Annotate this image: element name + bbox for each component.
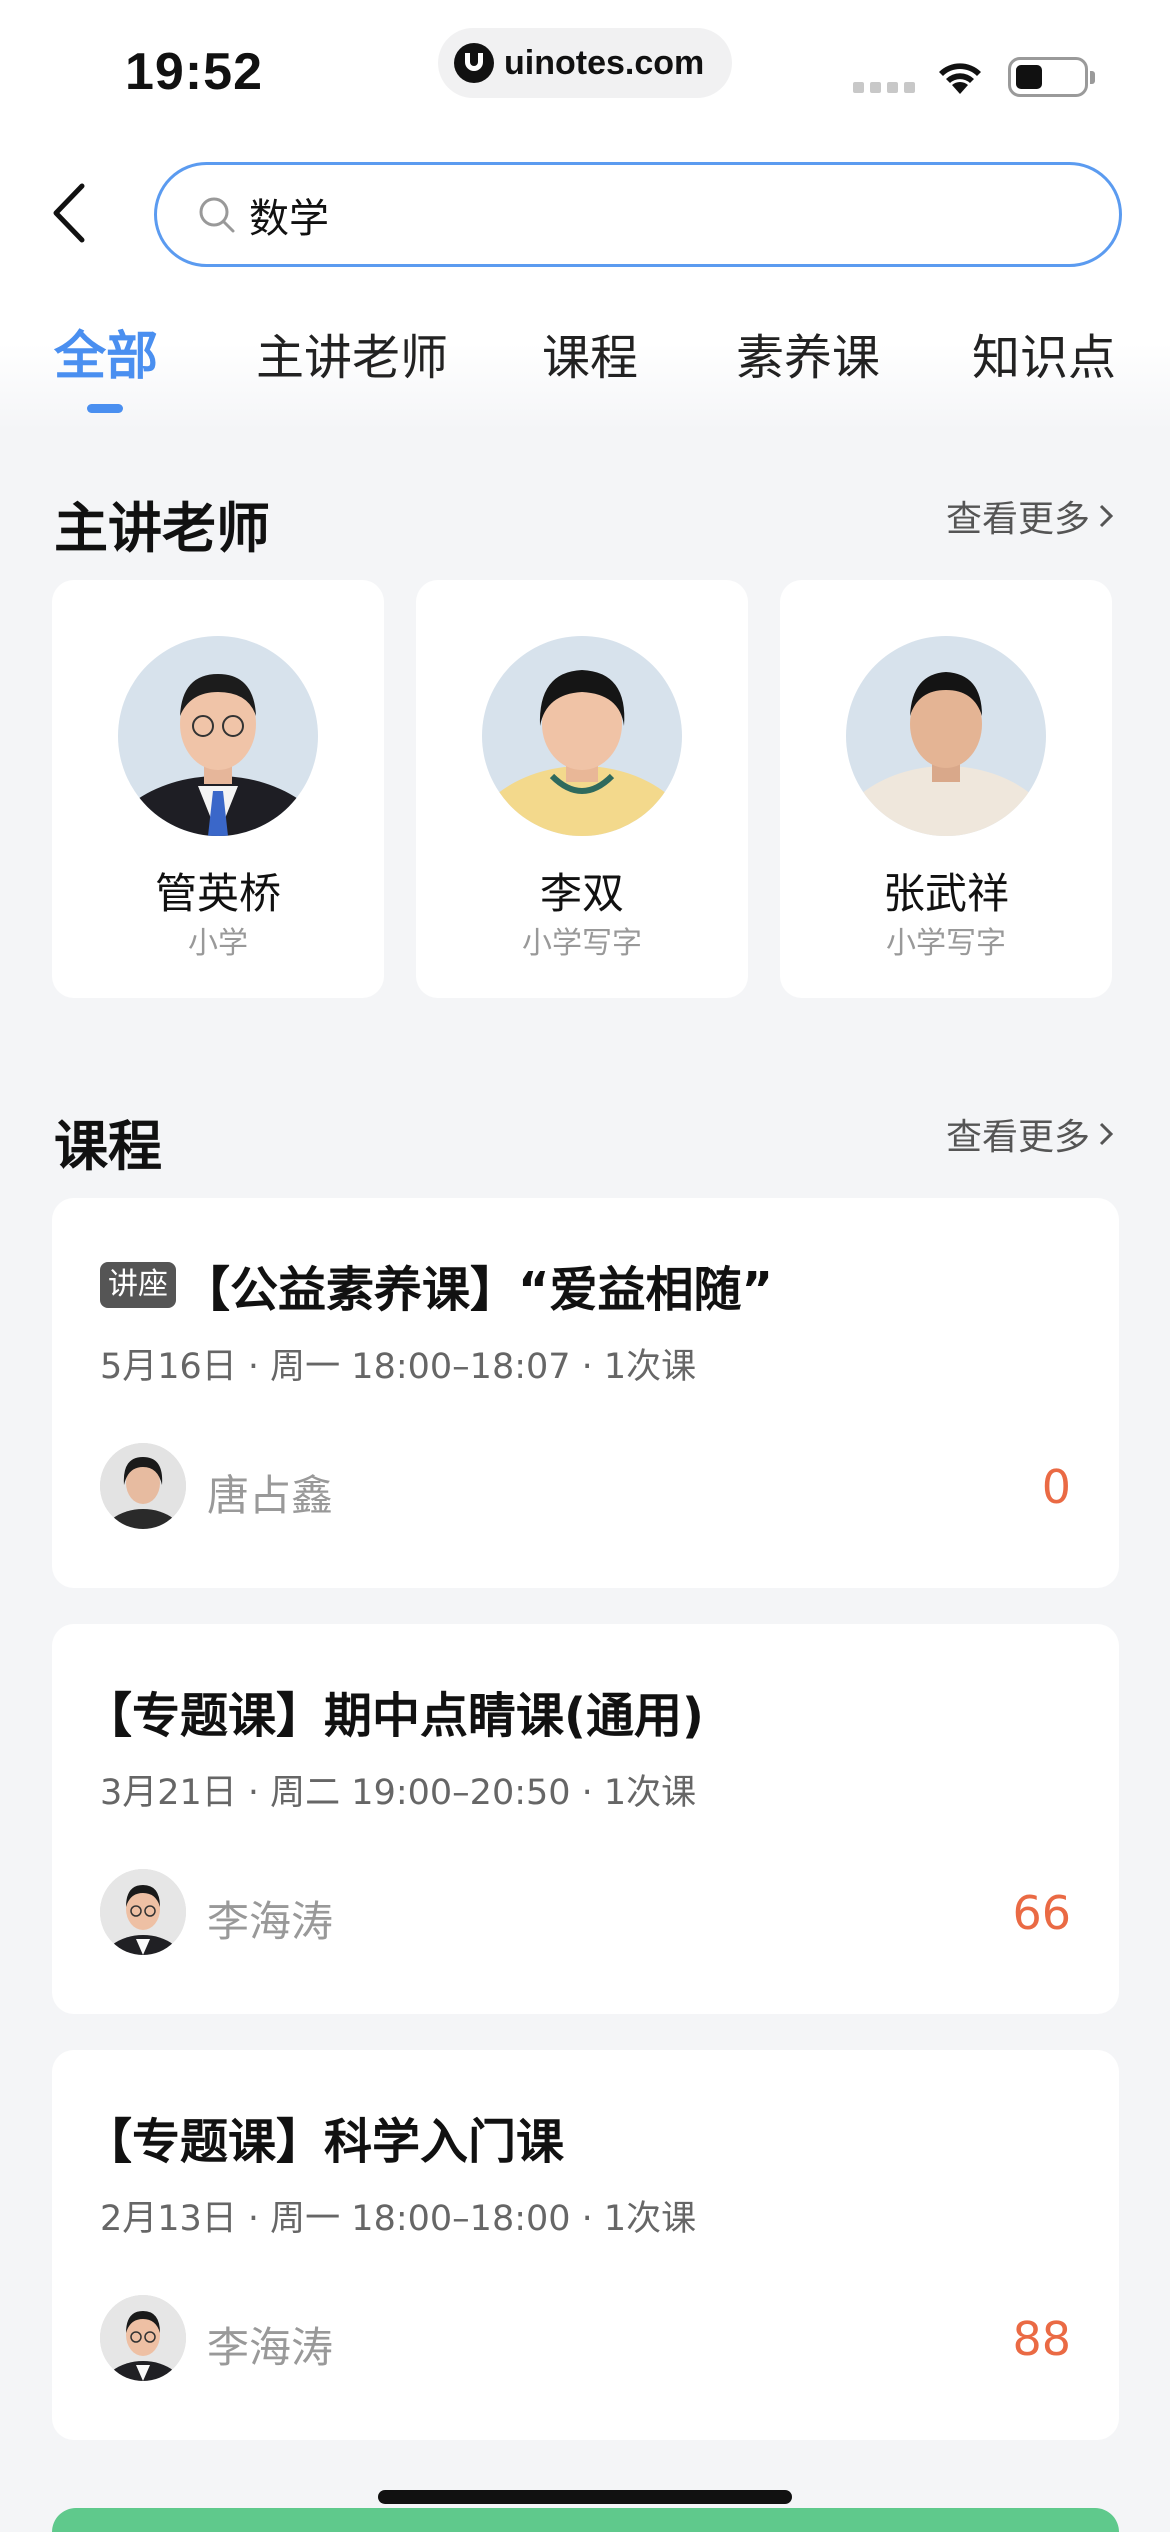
search-query: 数学: [249, 195, 329, 242]
url-pill[interactable]: uinotes.com: [438, 28, 732, 98]
tab-knowledge-points[interactable]: 知识点: [972, 318, 1116, 388]
search-input[interactable]: 数学: [154, 162, 1122, 267]
url-text: uinotes.com: [504, 43, 705, 82]
teacher-card[interactable]: 管英桥 小学: [52, 580, 384, 998]
course-schedule: 2月13日 · 周一 18:00–18:00 · 1次课: [100, 2199, 697, 2239]
teacher-card[interactable]: 李双 小学写字: [416, 580, 748, 998]
course-title: 【专题课】科学入门课: [84, 2114, 565, 2170]
lecture-badge: 讲座: [100, 1262, 176, 1308]
course-title-row: 讲座 【公益素养课】“爱益相随”: [100, 1250, 773, 1320]
search-icon: [199, 197, 235, 232]
teacher-name: 李双: [539, 869, 624, 918]
teacher-name: 管英桥: [154, 869, 281, 918]
chevron-right-icon: [1099, 504, 1114, 528]
course-teacher-name: 李海涛: [207, 1897, 334, 1946]
tab-all[interactable]: 全部: [54, 314, 158, 389]
avatar: [118, 636, 318, 836]
course-schedule: 5月16日 · 周一 18:00–18:07 · 1次课: [100, 1347, 697, 1387]
teacher-subject: 小学写字: [522, 926, 642, 961]
teacher-subject: 小学: [188, 926, 248, 961]
course-card[interactable]: 【专题课】科学入门课 2月13日 · 周一 18:00–18:00 · 1次课 …: [52, 2050, 1119, 2440]
signal-icon: [853, 82, 915, 93]
courses-section-title: 课程: [54, 1115, 162, 1178]
avatar: [100, 2295, 186, 2381]
page: 19:52 uinotes.com 数学 全部 主讲老师 课程 素养课 知识点 …: [0, 0, 1170, 2532]
course-count: 88: [1012, 2312, 1071, 2366]
site-logo-icon: [454, 43, 494, 83]
see-more-label: 查看更多: [945, 1117, 1090, 1158]
courses-see-more-link[interactable]: 查看更多: [946, 1108, 1114, 1160]
teacher-name: 张武祥: [882, 869, 1009, 918]
course-title: 【专题课】期中点睛课(通用): [84, 1688, 704, 1744]
status-time: 19:52: [125, 43, 263, 101]
avatar: [846, 636, 1046, 836]
see-more-label: 查看更多: [945, 499, 1090, 540]
avatar: [482, 636, 682, 836]
course-count: 66: [1012, 1886, 1071, 1940]
course-title: 【公益素养课】“爱益相随”: [182, 1262, 774, 1318]
avatar: [100, 1869, 186, 1955]
course-schedule: 3月21日 · 周二 19:00–20:50 · 1次课: [100, 1773, 697, 1813]
course-count: 0: [1041, 1460, 1071, 1514]
chevron-right-icon: [1099, 1122, 1114, 1146]
teacher-subject: 小学写字: [886, 926, 1006, 961]
tab-bar: 全部 主讲老师 课程 素养课 知识点: [0, 318, 1170, 418]
tab-teachers[interactable]: 主讲老师: [256, 318, 448, 388]
course-card[interactable]: 讲座 【公益素养课】“爱益相随” 5月16日 · 周一 18:00–18:07 …: [52, 1198, 1119, 1588]
battery-icon: [1008, 57, 1095, 97]
tab-literacy-courses[interactable]: 素养课: [736, 318, 880, 388]
course-title-row: 【专题课】期中点睛课(通用): [84, 1676, 704, 1746]
course-card[interactable]: 【专题课】期中点睛课(通用) 3月21日 · 周二 19:00–20:50 · …: [52, 1624, 1119, 2014]
bottom-action-bar[interactable]: [52, 2508, 1119, 2532]
wifi-icon: [939, 63, 981, 94]
course-teacher-name: 李海涛: [207, 2323, 334, 2372]
teachers-see-more-link[interactable]: 查看更多: [946, 490, 1114, 542]
teachers-section-title: 主讲老师: [54, 497, 270, 560]
avatar: [100, 1443, 186, 1529]
back-arrow-icon[interactable]: [42, 178, 102, 248]
course-teacher-name: 唐占鑫: [207, 1471, 334, 1520]
tab-courses[interactable]: 课程: [542, 318, 638, 388]
course-title-row: 【专题课】科学入门课: [84, 2102, 564, 2172]
home-indicator[interactable]: [378, 2490, 792, 2504]
teacher-card[interactable]: 张武祥 小学写字: [780, 580, 1112, 998]
active-tab-indicator: [87, 404, 123, 413]
